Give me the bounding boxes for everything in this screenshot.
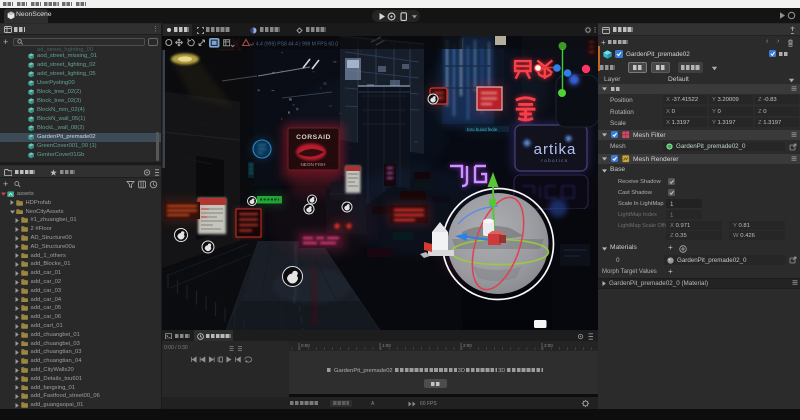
svg-text:x 4.4 (999) PS8 44.4 | 999 M F: x 4.4 (999) PS8 44.4 | 999 M FPS 60.0 <box>252 42 338 48</box>
svg-text:toru buiod feole: toru buiod feole <box>467 127 498 132</box>
svg-text:2:00: 2:00 <box>463 343 472 348</box>
svg-text:3:00: 3:00 <box>544 343 553 348</box>
svg-text:CORSAID: CORSAID <box>296 134 331 141</box>
svg-text:NEON FISH: NEON FISH <box>300 162 325 167</box>
svg-text:1:00: 1:00 <box>382 343 391 348</box>
svg-text:artika: artika <box>533 141 576 158</box>
svg-text:robotics: robotics <box>541 158 568 163</box>
svg-text:0:00: 0:00 <box>301 343 310 348</box>
